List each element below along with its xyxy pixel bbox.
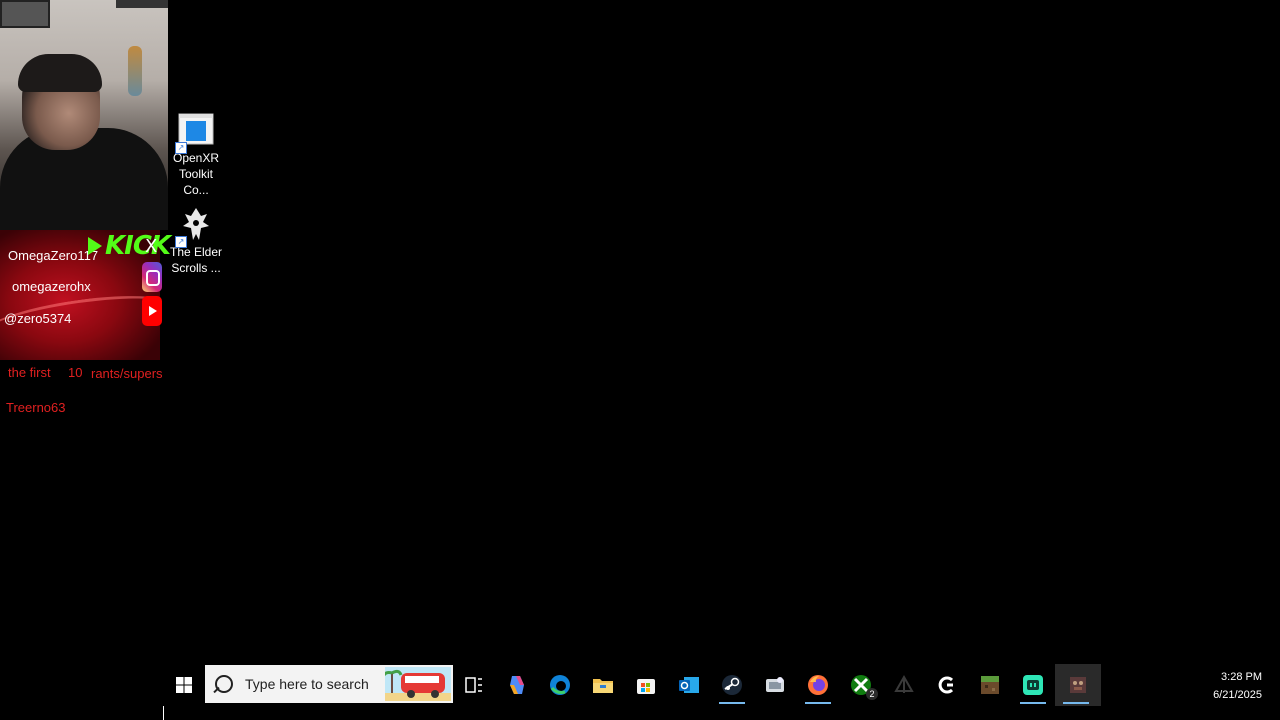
x-logo-icon: X [145, 236, 158, 257]
windows-icon [176, 677, 192, 693]
shortcut-arrow-icon: ↗ [175, 236, 187, 248]
search-box[interactable]: Type here to search [205, 665, 453, 703]
folder-icon [593, 679, 613, 693]
xbox-button[interactable]: 2 [840, 664, 882, 706]
copilot-icon [510, 676, 524, 694]
openxr-toolkit-icon: ↗ [175, 112, 215, 154]
destiny-button[interactable] [883, 664, 925, 706]
desktop-icon-label: OpenXR Toolkit Co... [172, 151, 220, 197]
task-view-icon [465, 677, 482, 693]
streamer-hair [18, 54, 102, 92]
kick-handle: OmegaZero117 [8, 248, 99, 263]
destiny-icon [894, 674, 914, 693]
copilot-button[interactable] [496, 664, 538, 706]
running-indicator [1020, 702, 1046, 704]
firefox-icon [808, 675, 828, 695]
game-app-button[interactable] [1055, 664, 1101, 706]
firefox-button[interactable] [797, 664, 839, 706]
steam-icon [722, 675, 742, 695]
minecraft-button[interactable] [969, 664, 1011, 706]
edge-icon [550, 675, 570, 695]
running-indicator [719, 702, 745, 704]
desktop-icon-skyrim[interactable]: ↗ The Elder Scrolls ... [165, 206, 227, 276]
game-app-icon [1070, 677, 1086, 693]
running-indicator [805, 702, 831, 704]
search-icon [215, 675, 233, 693]
store-icon [637, 679, 655, 694]
wall-frame [116, 0, 168, 8]
wall-toy [128, 46, 142, 96]
twitch-studio-button[interactable] [1012, 664, 1054, 706]
instagram-handle: omegazerohx [12, 279, 91, 294]
minecraft-icon [981, 676, 999, 694]
desktop-icon-openxr[interactable]: ↗ OpenXR Toolkit Co... [165, 112, 227, 198]
file-explorer-button[interactable] [582, 664, 624, 706]
edge-button[interactable] [539, 664, 581, 706]
webcam-overlay [0, 0, 168, 230]
taskbar: Type here to search 2 [163, 664, 1280, 706]
skyrim-icon: ↗ [175, 206, 215, 248]
cloud-app-button[interactable] [754, 664, 796, 706]
rants-label: the first [8, 365, 51, 380]
cloud-app-icon [766, 677, 784, 692]
store-button[interactable] [625, 664, 667, 706]
wall-frame [0, 0, 50, 28]
youtube-icon [142, 296, 162, 326]
search-placeholder: Type here to search [245, 676, 369, 692]
shortcut-arrow-icon: ↗ [175, 142, 187, 154]
clock-time: 3:28 PM [1221, 671, 1262, 683]
supporter-name: Treerno63 [6, 400, 66, 415]
system-clock[interactable]: 3:28 PM 6/21/2025 [1213, 668, 1262, 704]
youtube-handle: @zero5374 [4, 311, 72, 326]
desktop-icon-label: The Elder Scrolls ... [169, 245, 223, 275]
notification-badge: 2 [866, 688, 878, 700]
start-button[interactable] [163, 664, 205, 706]
steam-button[interactable] [711, 664, 753, 706]
logitech-g-icon [938, 676, 954, 694]
task-view-button[interactable] [453, 664, 495, 706]
outlook-icon [679, 677, 699, 693]
search-highlight-icon [385, 667, 451, 701]
running-indicator [1063, 702, 1089, 704]
logitech-g-button[interactable] [926, 664, 968, 706]
rants-count: 10 [68, 365, 83, 380]
twitch-studio-icon [1023, 675, 1043, 695]
kick-logo-text: KICK [105, 231, 171, 261]
outlook-button[interactable] [668, 664, 710, 706]
overlay-border [163, 704, 164, 720]
kick-play-icon [88, 237, 102, 255]
instagram-icon [142, 262, 162, 292]
clock-date: 6/21/2025 [1213, 689, 1262, 701]
rants-label-2: rants/supers [91, 366, 163, 381]
kick-logo: KICK [88, 231, 171, 261]
